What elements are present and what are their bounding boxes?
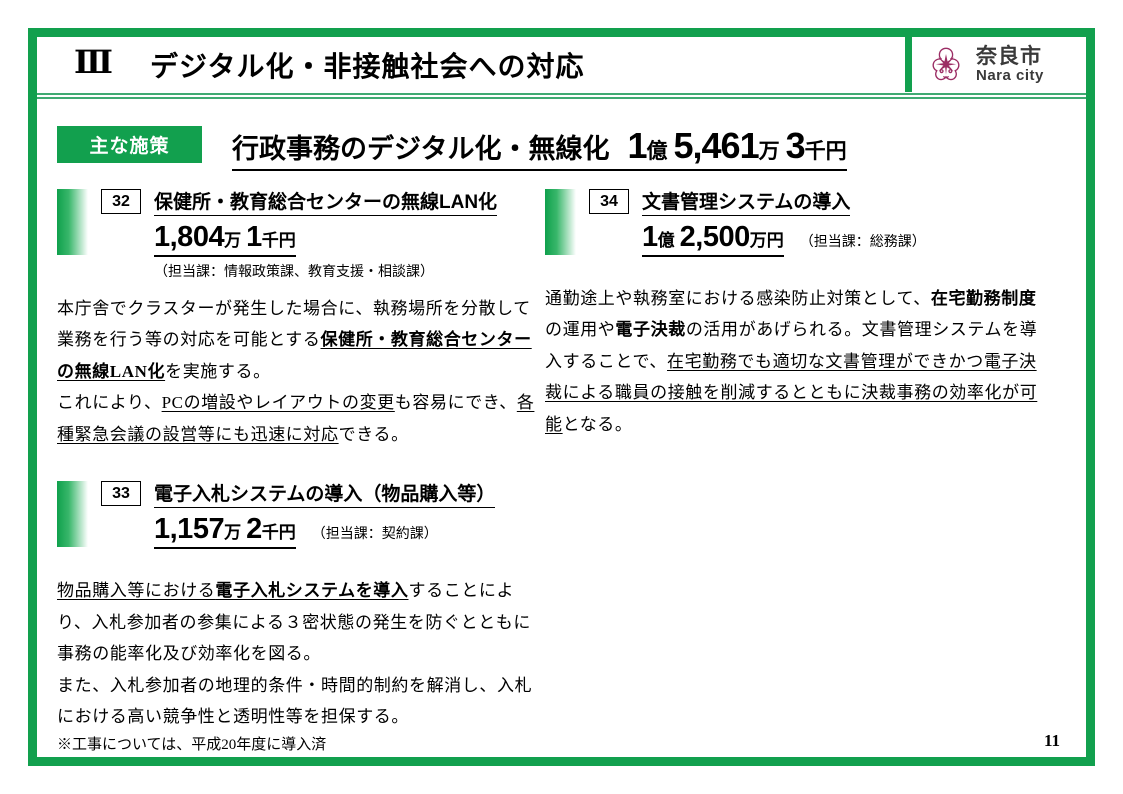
amount-u1: 億 [657,231,675,250]
policy-item-32-number: 32 [101,189,141,214]
main-policy-title-text: 行政事務のデジタル化・無線化 [232,134,610,164]
main-policy-amount: 1 億 5,461 万 3 千円 [627,125,846,167]
amount-n2: 2,500 [679,221,751,253]
policy-item-34-heading: 文書管理システムの導入 1 億 2,500 万円 （担当課：総務課） [642,187,1045,257]
policy-item-32-title: 保健所・教育総合センターの無線LAN化 [154,187,498,216]
main-policy-badge: 主な施策 [57,126,202,163]
logo-text-en: Nara city [976,66,1044,84]
policy-item-34-dept: （担当課：総務課） [799,233,926,249]
policy-item-32-head: 32 保健所・教育総合センターの無線LAN化 1,804 万 1 千円 （担当課… [57,187,543,281]
amount-n1: 1,157 [154,513,225,546]
policy-item-32-amount-row: 1,804 万 1 千円 [154,221,543,257]
policy-item-33-title: 電子入札システムの導入（物品購入等） [154,479,496,509]
policy-item-32-amount: 1,804 万 1 千円 [154,221,296,257]
policy-item-34-number: 34 [589,189,629,214]
right-column: 34 文書管理システムの導入 1 億 2,500 万円 （担当課：総務課） 通勤… [545,187,1045,440]
amount-u1: 万 [224,523,242,543]
amount-u2: 千円 [261,523,296,543]
policy-item-34-amount: 1 億 2,500 万円 [642,221,784,257]
policy-item-33-amount-row: 1,157 万 2 千円 （担当課：契約課） [154,513,543,550]
policy-item-32-dept: （担当課：情報政策課、教育支援・相談課） [154,263,434,279]
slide-frame: Ⅲ デジタル化・非接触社会への対応 奈良市 Nara city 主な施策 行政事… [28,28,1095,766]
policy-item-34-title: 文書管理システムの導入 [642,187,851,216]
main-amount-u2: 万 [758,140,780,163]
policy-item-33-amount: 1,157 万 2 千円 [154,513,296,550]
gradient-accent-bar [57,189,88,255]
policy-item-33-dept: （担当課：契約課） [311,525,438,542]
amount-n2: 1 [246,221,262,253]
policy-item-34-amount-row: 1 億 2,500 万円 （担当課：総務課） [642,221,1045,257]
policy-item-34-body: 通勤途上や執務室における感染防止対策として、在宅勤務制度の運用や電子決裁の活用が… [545,289,1038,434]
main-amount-u1: 億 [646,140,668,163]
slide-header: Ⅲ デジタル化・非接触社会への対応 奈良市 Nara city [37,37,1086,92]
policy-item-34-head: 34 文書管理システムの導入 1 億 2,500 万円 （担当課：総務課） [545,187,1045,257]
policy-item-33-number: 33 [101,481,141,507]
gradient-accent-bar [57,481,88,548]
policy-item-33-head: 33 電子入札システムの導入（物品購入等） 1,157 万 2 千円 （担当課：… [57,479,543,550]
main-amount-n1: 1 [627,125,647,166]
amount-n2: 2 [246,513,262,546]
amount-n1: 1,804 [154,221,225,253]
main-policy-title: 行政事務のデジタル化・無線化 1 億 5,461 万 3 千円 [232,125,847,171]
header-divider [37,93,1086,99]
amount-u2: 千円 [261,231,296,250]
policy-item-33-body: 物品購入等における電子入札システムを導入することにより、入札参加者の参集による３… [57,581,533,754]
left-column: 32 保健所・教育総合センターの無線LAN化 1,804 万 1 千円 （担当課… [57,187,543,760]
main-amount-n3: 3 [785,125,806,166]
main-amount-u3: 千円 [804,140,847,163]
logo-text: 奈良市 Nara city [976,44,1044,84]
policy-item-33-heading: 電子入札システムの導入（物品購入等） 1,157 万 2 千円 （担当課：契約課… [154,479,543,550]
gradient-accent-bar [545,189,576,255]
nara-city-logo: 奈良市 Nara city [905,37,1086,92]
section-numeral: Ⅲ [74,44,113,80]
main-amount-n2: 5,461 [673,125,760,166]
policy-item-34: 34 文書管理システムの導入 1 億 2,500 万円 （担当課：総務課） 通勤… [545,187,1045,440]
policy-item-33: 33 電子入札システムの導入（物品購入等） 1,157 万 2 千円 （担当課：… [57,479,543,760]
nara-cherry-blossom-deer-crest-icon [932,47,960,80]
page-number: 11 [1043,731,1060,750]
amount-u2: 万円 [749,231,784,250]
amount-n1: 1 [642,221,658,253]
policy-item-32-body: 本庁舎でクラスターが発生した場合に、執務場所を分散して業務を行う等の対応を可能と… [57,299,535,444]
policy-item-32: 32 保健所・教育総合センターの無線LAN化 1,804 万 1 千円 （担当課… [57,187,543,450]
policy-item-32-heading: 保健所・教育総合センターの無線LAN化 1,804 万 1 千円 （担当課：情報… [154,187,543,281]
page-title: デジタル化・非接触社会への対応 [150,51,585,82]
logo-text-jp: 奈良市 [976,44,1042,68]
amount-u1: 万 [224,231,242,250]
